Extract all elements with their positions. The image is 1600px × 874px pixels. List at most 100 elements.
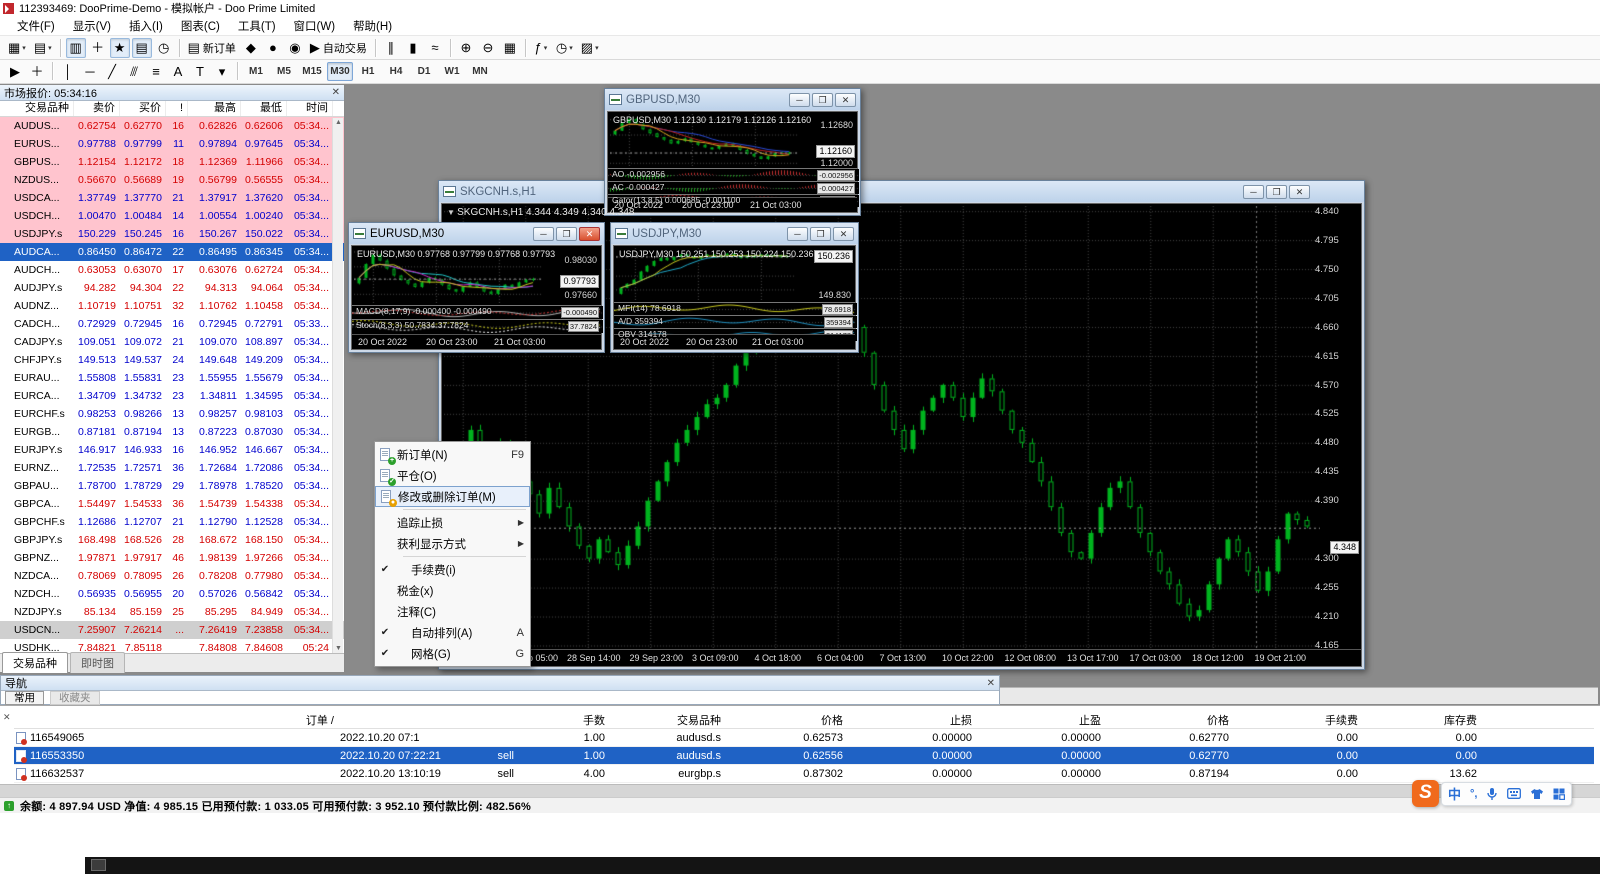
timeframe-button[interactable]: M30 [327, 62, 353, 81]
toolbar-button[interactable]: ▤ 新订单 [185, 38, 239, 58]
close-icon[interactable]: ✕ [332, 87, 340, 98]
dropdown-caret-icon[interactable]: ▾ [48, 44, 52, 52]
menu-item[interactable]: 窗口(W) [285, 16, 345, 36]
toolbar-button[interactable]: ▥ [66, 38, 86, 58]
order-row[interactable]: 116632537 2022.10.20 13:10:19 sell 4.00 … [14, 765, 1594, 783]
column-header[interactable]: 手数 [520, 712, 611, 728]
column-header[interactable]: 库存费 [1364, 712, 1483, 728]
context-menu-item[interactable]: ✓ 平仓(O) [375, 465, 530, 486]
timeframe-button[interactable]: M5 [271, 62, 297, 81]
column-header[interactable]: ! [166, 101, 188, 116]
quote-row[interactable]: EURJPY.s 146.917 146.933 16 146.952 146.… [0, 441, 344, 459]
toolbar-button[interactable]: ⊖ [478, 38, 498, 58]
column-header[interactable]: 最低 [241, 101, 287, 116]
drawing-tool-button[interactable]: ⫻ [124, 62, 144, 82]
timeframe-button[interactable]: H4 [383, 62, 409, 81]
toolbar-button[interactable]: ∥ [381, 38, 401, 58]
context-menu-item[interactable]: ✔ 网格(G) G [375, 643, 530, 664]
timeframe-button[interactable]: M1 [243, 62, 269, 81]
indicator-pane-ao[interactable]: AO -0.002956 -0.002956 [608, 168, 857, 181]
sogou-logo-icon[interactable]: S [1412, 780, 1439, 807]
column-header[interactable]: 止损 [849, 712, 978, 728]
toolbar-button[interactable]: ▤ [132, 38, 152, 58]
quote-row[interactable]: EURCHF.s 0.98253 0.98266 13 0.98257 0.98… [0, 405, 344, 423]
toolbar-button[interactable]: ≈ [425, 38, 445, 58]
toolbar-button[interactable]: ▶ 自动交易 [307, 38, 370, 58]
toolbar-button[interactable] [179, 39, 180, 57]
toolbar-button[interactable]: ＋ [88, 38, 108, 58]
drawing-tool-button[interactable]: ╱ [102, 62, 122, 82]
scroll-down-icon[interactable]: ▼ [333, 645, 344, 652]
context-menu-item[interactable]: ✔ 手续费(i) [375, 559, 530, 580]
quote-row[interactable]: CADCH... 0.72929 0.72945 16 0.72945 0.72… [0, 315, 344, 333]
taskbar-app-icon[interactable] [91, 859, 106, 871]
chinese-english-toggle-icon[interactable]: 中 [1448, 784, 1461, 803]
toolbar-button[interactable] [60, 39, 61, 57]
chart-window-titlebar[interactable]: EURUSD,M30 ─ ❐ ✕ [349, 223, 604, 244]
menu-item[interactable]: 帮助(H) [344, 16, 401, 36]
tab-tick-chart[interactable]: 即时图 [70, 652, 125, 673]
indicator-pane-macd[interactable]: MACD(8,17,9) -0.000400 -0.000490 -0.0004… [352, 305, 601, 319]
quote-row[interactable]: USDCH... 1.00470 1.00484 14 1.00554 1.00… [0, 207, 344, 225]
minimize-button[interactable]: ─ [533, 227, 554, 241]
chart-window-titlebar[interactable]: USDJPY,M30 ─ ❐ ✕ [611, 223, 858, 244]
drawing-tool-button[interactable]: ＋ [27, 62, 47, 82]
toolbar-button[interactable]: ▦ ▾ [5, 38, 29, 58]
restore-button[interactable]: ❐ [1266, 185, 1287, 199]
quote-row[interactable]: EURCA... 1.34709 1.34732 23 1.34811 1.34… [0, 387, 344, 405]
quote-row[interactable]: GBPJPY.s 168.498 168.526 28 168.672 168.… [0, 531, 344, 549]
menu-item[interactable]: 插入(I) [120, 16, 172, 36]
drawing-tool-button[interactable]: ≡ [146, 62, 166, 82]
context-menu-item[interactable]: 追踪止损 ▶ [375, 512, 530, 533]
quote-row[interactable]: GBPUS... 1.12154 1.12172 18 1.12369 1.11… [0, 153, 344, 171]
quote-row[interactable]: NZDCH... 0.56935 0.56955 20 0.57026 0.56… [0, 585, 344, 603]
taskbar-strip[interactable] [85, 857, 1600, 874]
quote-row[interactable]: CHFJPY.s 149.513 149.537 24 149.648 149.… [0, 351, 344, 369]
quote-row[interactable]: AUDNZ... 1.10719 1.10751 32 1.10762 1.10… [0, 297, 344, 315]
column-header[interactable]: 订单 / [14, 712, 340, 728]
quote-row[interactable]: GBPCHF.s 1.12686 1.12707 21 1.12790 1.12… [0, 513, 344, 531]
chart-window-titlebar[interactable]: SKGCNH.s,H1 ─ ❐ ✕ [439, 181, 1364, 202]
drawing-tool-button[interactable] [52, 62, 53, 80]
toolbar-button[interactable] [375, 39, 376, 57]
drawing-tool-button[interactable]: ▶ [5, 62, 25, 82]
indicator-pane-mfi[interactable]: MFI(14) 78.6918 78.6918 [614, 302, 855, 315]
chart-window-titlebar[interactable]: GBPUSD,M30 ─ ❐ ✕ [605, 89, 860, 110]
microphone-icon[interactable] [1486, 787, 1498, 801]
skin-center-icon[interactable] [1530, 788, 1544, 800]
context-menu-item[interactable]: 税金(x) [375, 580, 530, 601]
menu-item[interactable]: 工具(T) [229, 16, 285, 36]
minimize-button[interactable]: ─ [789, 93, 810, 107]
close-icon[interactable]: ✕ [3, 712, 11, 723]
column-header[interactable]: 买价 [120, 101, 166, 116]
toolbar-button[interactable]: ⊕ [456, 38, 476, 58]
drawing-tool-button[interactable]: T [190, 62, 210, 82]
context-menu-item[interactable]: ● 修改或删除订单(M) [375, 486, 530, 507]
quote-row[interactable]: USDJPY.s 150.229 150.245 16 150.267 150.… [0, 225, 344, 243]
column-header[interactable]: 最高 [188, 101, 241, 116]
column-header[interactable]: 卖价 [74, 101, 120, 116]
toolbar-button[interactable]: ▨ ▾ [578, 38, 602, 58]
minimize-button[interactable]: ─ [1243, 185, 1264, 199]
timeframe-button[interactable]: D1 [411, 62, 437, 81]
quote-row[interactable]: AUDUS... 0.62754 0.62770 16 0.62826 0.62… [0, 117, 344, 135]
drawing-tool-button[interactable]: ─ [80, 62, 100, 82]
toolbar-button[interactable]: ▤ ▾ [31, 38, 55, 58]
dropdown-caret-icon[interactable]: ▾ [544, 44, 548, 52]
timeframe-button[interactable]: W1 [439, 62, 465, 81]
toolbar-button[interactable]: ◉ [285, 38, 305, 58]
close-button[interactable]: ✕ [833, 227, 854, 241]
scroll-up-icon[interactable]: ▲ [333, 119, 344, 126]
drawing-tool-button[interactable]: │ [58, 62, 78, 82]
restore-button[interactable]: ❐ [812, 93, 833, 107]
market-watch-scrollbar[interactable]: ▲ ▼ [332, 118, 343, 653]
column-header[interactable]: 手续费 [1235, 712, 1364, 728]
drawing-tool-button[interactable]: A [168, 62, 188, 82]
indicator-pane-stochastic[interactable]: Stoch(8,3,3) 50.7834 37.7824 37.7824 [352, 319, 601, 333]
toolbar-button[interactable]: ƒ ▾ [531, 38, 551, 58]
tab-symbols[interactable]: 交易品种 [2, 652, 68, 673]
quote-row[interactable]: NZDJPY.s 85.134 85.159 25 85.295 84.949 … [0, 603, 344, 621]
close-button[interactable]: ✕ [835, 93, 856, 107]
quote-row[interactable]: CADJPY.s 109.051 109.072 21 109.070 108.… [0, 333, 344, 351]
toolbar-button[interactable]: ◷ ▾ [553, 38, 576, 58]
